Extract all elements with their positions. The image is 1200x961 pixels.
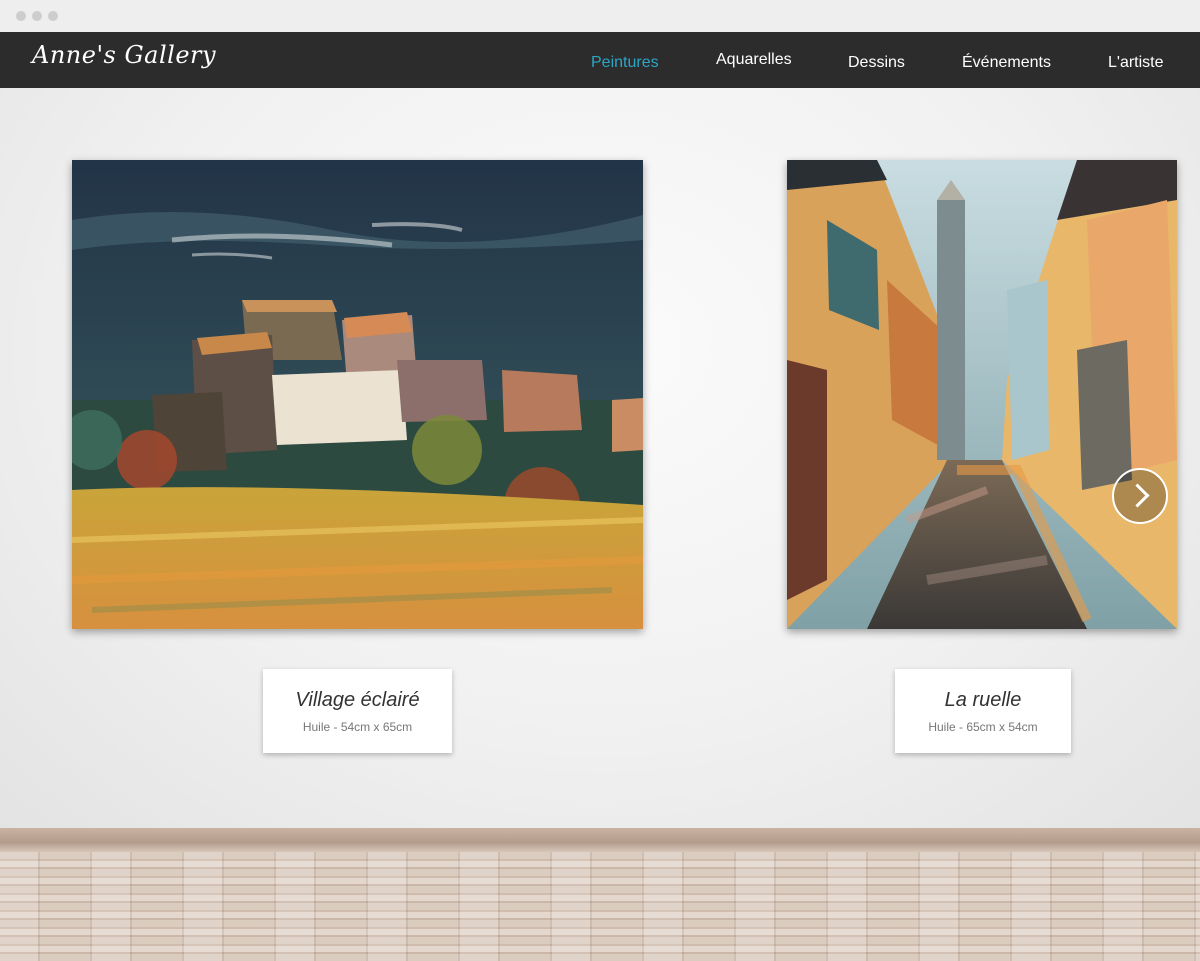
chevron-right-icon[interactable] [1112, 468, 1168, 524]
artwork-title: La ruelle [944, 689, 1022, 711]
painting-la-ruelle[interactable] [787, 160, 1177, 629]
artwork-details: Huile - 54cm x 65cm [302, 720, 413, 734]
nav-item-aquarelles[interactable]: Aquarelles [716, 51, 792, 69]
wooden-floor [0, 852, 1200, 961]
window-dot-icon [16, 11, 26, 21]
baseboard [0, 828, 1200, 852]
nav-item-dessins[interactable]: Dessins [848, 54, 905, 72]
nav-item-artiste[interactable]: L'artiste [1108, 54, 1164, 72]
browser-chrome [0, 0, 1200, 32]
artwork-label: Village éclairé Huile - 54cm x 65cm [263, 669, 452, 753]
painting-village-eclaire[interactable] [72, 160, 643, 629]
site-logo[interactable]: Anne's Gallery [32, 41, 216, 69]
window-dot-icon [32, 11, 42, 21]
artwork-details: Huile - 65cm x 54cm [928, 720, 1038, 734]
nav-item-evenements[interactable]: Événements [962, 54, 1051, 72]
navbar: Anne's Gallery Peintures Aquarelles Dess… [0, 32, 1200, 88]
next-arrow-glyph [1125, 483, 1150, 508]
window-dot-icon [48, 11, 58, 21]
artwork-label: La ruelle Huile - 65cm x 54cm [895, 669, 1071, 753]
artwork-title: Village éclairé [295, 689, 420, 711]
nav-item-peintures[interactable]: Peintures [591, 54, 659, 72]
